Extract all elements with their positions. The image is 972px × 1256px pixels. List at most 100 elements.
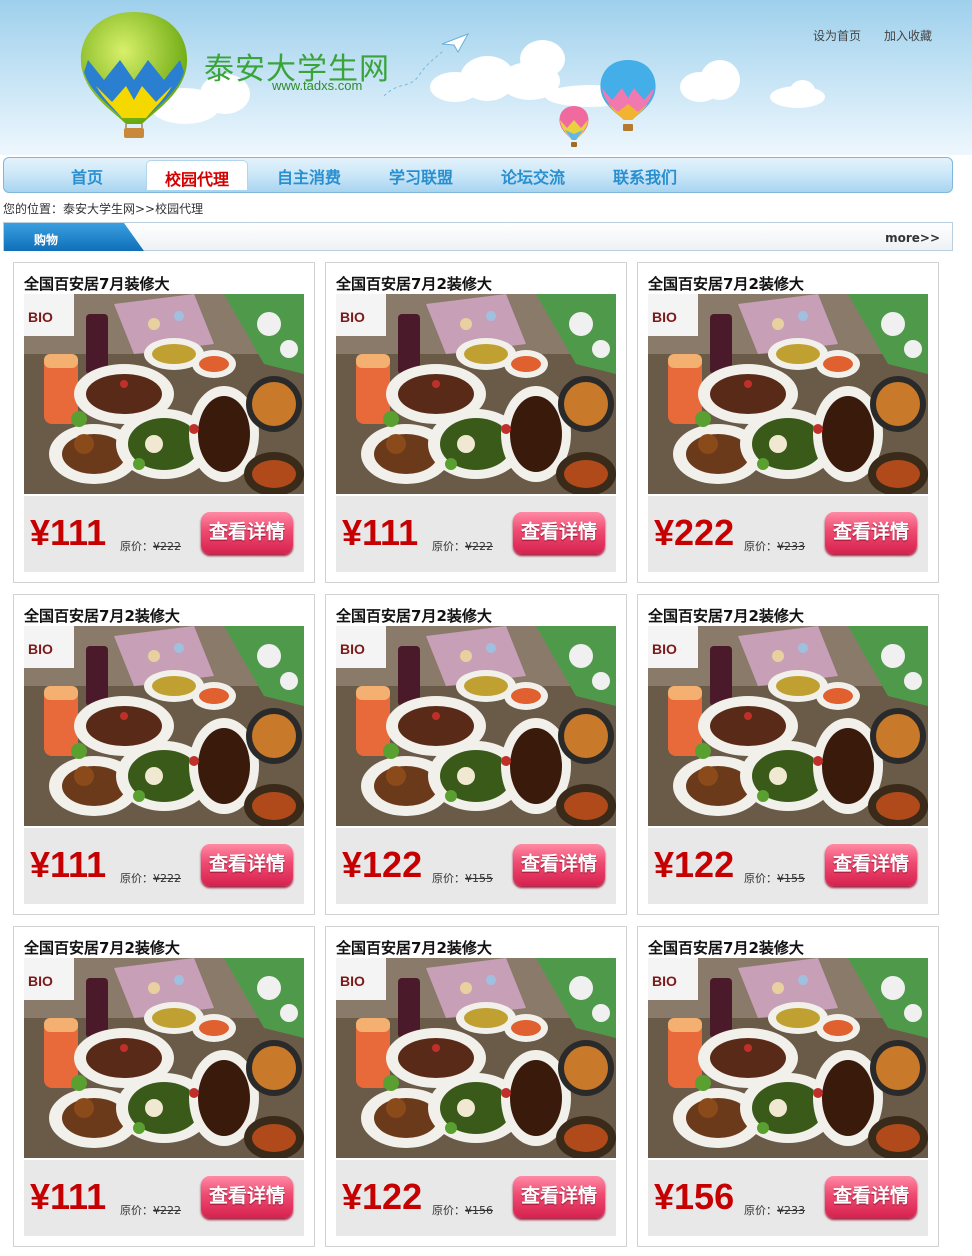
more-link[interactable]: more>> [885,231,940,245]
svg-text:BIO: BIO [28,309,53,325]
svg-text:BIO: BIO [340,973,365,989]
original-price-label: 原价： [432,540,465,553]
original-price: 原价：¥233 [744,1202,805,1218]
product-image[interactable]: BIO [336,958,616,1158]
original-price-label: 原价： [432,872,465,885]
nav-forum[interactable]: 论坛交流 [498,164,568,187]
price-area: ¥111 原价：¥222 查看详情 [24,496,304,572]
price-area: ¥122 原价：¥156 查看详情 [336,1160,616,1236]
product-card: 全国百安居7月2装修大 BIO [13,594,315,915]
original-price-label: 原价： [432,1204,465,1217]
section-header: 购物 more>> [3,222,953,251]
hot-air-balloon-icon [559,106,589,147]
sale-price: ¥156 [654,1176,735,1217]
view-details-button[interactable]: 查看详情 [825,1176,917,1218]
price-area: ¥122 原价：¥155 查看详情 [648,828,928,904]
view-details-button[interactable]: 查看详情 [513,512,605,554]
set-homepage-link[interactable]: 设为首页 [813,27,861,44]
product-card: 全国百安居7月2装修大 BIO [325,594,627,915]
product-card: 全国百安居7月2装修大 BIO [637,926,939,1247]
view-details-button[interactable]: 查看详情 [513,844,605,886]
product-image[interactable]: BIO [336,626,616,826]
original-price: 原价：¥233 [744,538,805,554]
dashed-flight-path [383,49,445,97]
nav-home[interactable]: 首页 [67,164,107,187]
product-title[interactable]: 全国百安居7月2装修大 [336,605,492,626]
sale-price: ¥111 [30,512,107,553]
sale-price: ¥111 [342,512,419,553]
svg-text:BIO: BIO [340,641,365,657]
original-price: 原价：¥222 [120,870,181,886]
price-area: ¥111 原价：¥222 查看详情 [24,828,304,904]
original-price-label: 原价： [744,872,777,885]
main-nav: 首页 校园代理 自主消费 学习联盟 论坛交流 联系我们 [3,157,953,193]
original-price-value: ¥233 [777,540,805,553]
price-area: ¥111 原价：¥222 查看详情 [24,1160,304,1236]
price-area: ¥122 原价：¥155 查看详情 [336,828,616,904]
original-price: 原价：¥155 [744,870,805,886]
svg-text:BIO: BIO [340,309,365,325]
sale-price: ¥111 [30,844,107,885]
sale-price: ¥222 [654,512,735,553]
hot-air-balloon-icon [600,60,656,131]
site-header: 泰安大学生网 www.tadxs.com 设为首页 加入收藏 [0,0,972,155]
product-title[interactable]: 全国百安居7月2装修大 [336,273,492,294]
product-title[interactable]: 全国百安居7月2装修大 [648,273,804,294]
svg-text:BIO: BIO [652,309,677,325]
original-price-value: ¥155 [465,872,493,885]
price-area: ¥111 原价：¥222 查看详情 [336,496,616,572]
svg-text:BIO: BIO [28,641,53,657]
product-card: 全国百安居7月2装修大 BIO [13,926,315,1247]
original-price-label: 原价： [120,872,153,885]
original-price-value: ¥156 [465,1204,493,1217]
view-details-button[interactable]: 查看详情 [825,512,917,554]
price-area: ¥222 原价：¥233 查看详情 [648,496,928,572]
nav-self-consume[interactable]: 自主消费 [274,164,344,187]
svg-text:BIO: BIO [652,641,677,657]
product-image[interactable]: BIO [648,626,928,826]
product-title[interactable]: 全国百安居7月2装修大 [336,937,492,958]
product-title[interactable]: 全国百安居7月2装修大 [648,605,804,626]
original-price-value: ¥155 [777,872,805,885]
product-title[interactable]: 全国百安居7月2装修大 [24,937,180,958]
tab-shopping[interactable]: 购物 [4,223,144,251]
view-details-button[interactable]: 查看详情 [201,844,293,886]
product-image[interactable]: BIO [24,294,304,494]
view-details-button[interactable]: 查看详情 [201,512,293,554]
product-image[interactable]: BIO [648,958,928,1158]
hot-air-balloon-icon [80,12,188,138]
nav-campus-agent[interactable]: 校园代理 [146,160,248,190]
nav-contact[interactable]: 联系我们 [610,164,680,187]
add-favorite-link[interactable]: 加入收藏 [884,27,932,44]
sale-price: ¥111 [30,1176,107,1217]
product-card: 全国百安居7月装修大 BIO ¥111 原价：¥222 查看详情 [13,262,315,583]
original-price: 原价：¥156 [432,1202,493,1218]
site-url: www.tadxs.com [272,78,363,93]
original-price: 原价：¥222 [120,1202,181,1218]
original-price-value: ¥222 [153,1204,181,1217]
original-price: 原价：¥155 [432,870,493,886]
original-price-label: 原价： [120,540,153,553]
product-image[interactable]: BIO [648,294,928,494]
sale-price: ¥122 [654,844,735,885]
product-title[interactable]: 全国百安居7月装修大 [24,273,169,294]
product-image[interactable]: BIO [24,958,304,1158]
nav-study-alliance[interactable]: 学习联盟 [386,164,456,187]
product-image[interactable]: BIO [24,626,304,826]
product-image[interactable]: BIO [336,294,616,494]
svg-text:BIO: BIO [28,973,53,989]
original-price-value: ¥233 [777,1204,805,1217]
product-title[interactable]: 全国百安居7月2装修大 [648,937,804,958]
original-price-value: ¥222 [153,872,181,885]
view-details-button[interactable]: 查看详情 [201,1176,293,1218]
svg-text:BIO: BIO [652,973,677,989]
product-card: 全国百安居7月2装修大 BIO [325,926,627,1247]
view-details-button[interactable]: 查看详情 [825,844,917,886]
product-card: 全国百安居7月2装修大 BIO [325,262,627,583]
product-card: 全国百安居7月2装修大 BIO [637,262,939,583]
sale-price: ¥122 [342,1176,423,1217]
original-price: 原价：¥222 [120,538,181,554]
product-title[interactable]: 全国百安居7月2装修大 [24,605,180,626]
view-details-button[interactable]: 查看详情 [513,1176,605,1218]
original-price-value: ¥222 [153,540,181,553]
